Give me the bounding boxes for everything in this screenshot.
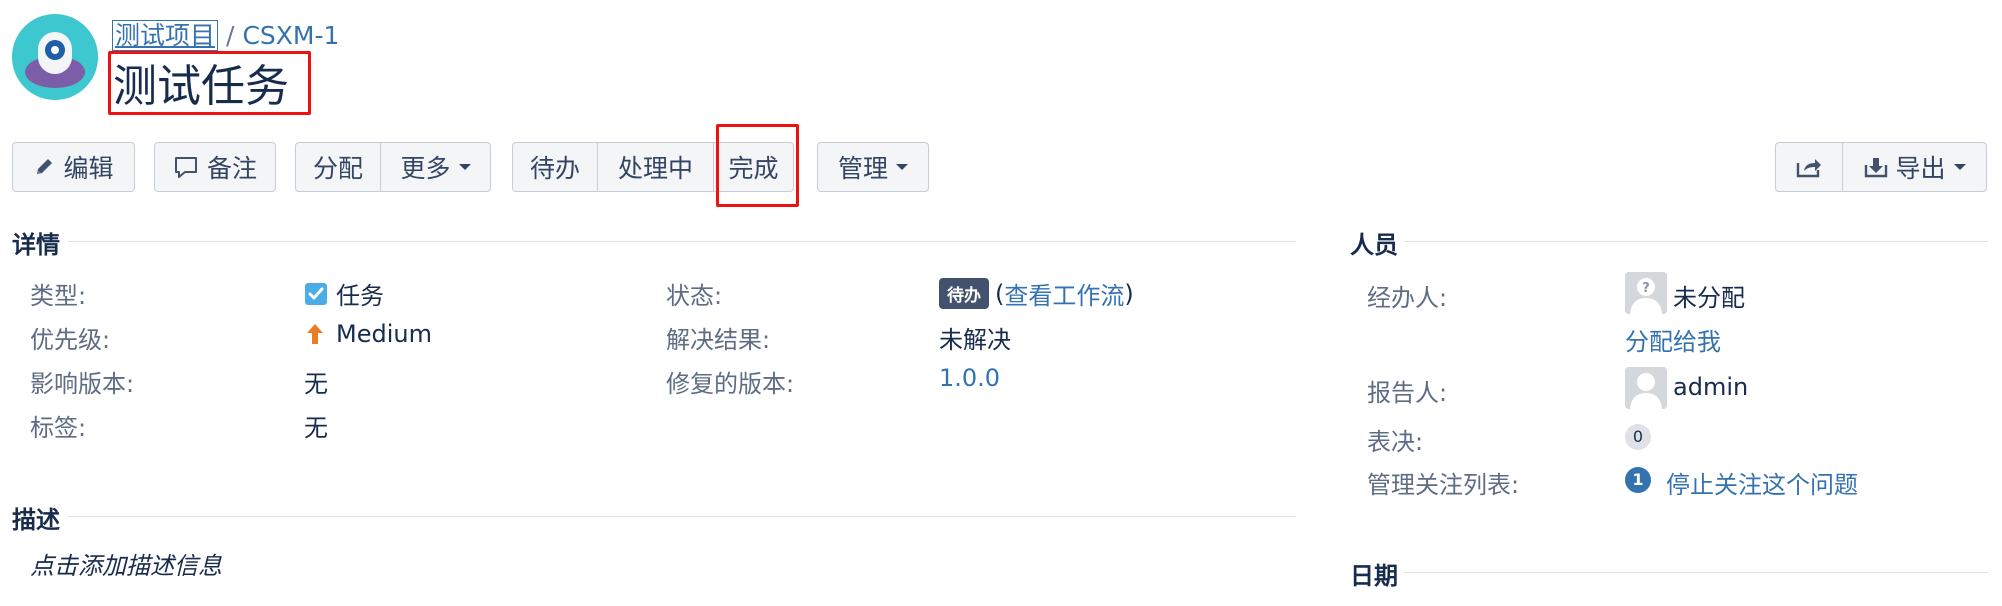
details-divider <box>68 241 1296 242</box>
breadcrumb: 测试项目 / CSXM-1 <box>112 16 339 52</box>
workflow-open-paren: ( <box>995 279 1005 308</box>
status-label: 状态: <box>666 282 723 310</box>
svg-text:?: ? <box>1642 281 1650 296</box>
chevron-down-icon <box>1953 164 1966 170</box>
arrow-up-icon <box>307 324 323 344</box>
export-button-label: 导出 <box>1895 154 1946 183</box>
labels-label: 标签: <box>30 414 87 442</box>
type-label: 类型: <box>30 282 87 310</box>
edit-button[interactable]: 编辑 <box>12 142 135 192</box>
admin-dropdown-button[interactable]: 管理 <box>817 142 929 192</box>
view-workflow-link[interactable]: 查看工作流 <box>1004 276 1124 311</box>
priority-value: Medium <box>304 320 432 348</box>
details-heading: 详情 <box>12 231 60 259</box>
description-divider <box>68 516 1296 517</box>
project-avatar[interactable] <box>12 14 98 100</box>
votes-count-badge[interactable]: 0 <box>1625 424 1651 450</box>
status-value: 待办 (查看工作流) <box>939 276 1134 311</box>
export-dropdown-button[interactable]: 导出 <box>1843 142 1987 192</box>
people-divider <box>1404 241 1988 242</box>
breadcrumb-project-link[interactable]: 测试项目 <box>112 20 219 51</box>
more-button-label: 更多 <box>400 154 451 183</box>
type-value: 任务 <box>304 276 384 311</box>
assign-button-label: 分配 <box>312 154 363 183</box>
workflow-close-paren: ) <box>1124 279 1134 308</box>
stop-watching-link[interactable]: 停止关注这个问题 <box>1666 465 1858 500</box>
dates-heading: 日期 <box>1350 562 1398 590</box>
task-checkbox-icon <box>305 282 327 305</box>
priority-label: 优先级: <box>30 326 111 354</box>
assign-button[interactable]: 分配 <box>295 142 381 192</box>
resolution-label: 解决结果: <box>666 326 771 354</box>
todo-button-label: 待办 <box>529 154 580 183</box>
download-icon <box>1865 158 1888 178</box>
breadcrumb-issue-key-link[interactable]: CSXM-1 <box>242 21 339 50</box>
todo-transition-button[interactable]: 待办 <box>512 142 598 192</box>
assignee-label: 经办人: <box>1367 284 1448 312</box>
people-heading: 人员 <box>1350 231 1398 259</box>
description-heading: 描述 <box>12 506 60 534</box>
pencil-icon <box>37 159 53 174</box>
votes-label: 表决: <box>1367 428 1424 456</box>
comment-button[interactable]: 备注 <box>154 142 276 192</box>
assign-to-me-link[interactable]: 分配给我 <box>1625 322 1721 357</box>
assignee-value: 未分配 <box>1673 284 1745 312</box>
chevron-down-icon <box>896 164 908 170</box>
resolution-value: 未解决 <box>939 326 1011 354</box>
done-highlight-box <box>716 124 799 207</box>
labels-value[interactable]: 无 <box>304 408 328 443</box>
unassigned-avatar: ? <box>1625 272 1667 314</box>
more-dropdown-button[interactable]: 更多 <box>381 142 491 192</box>
in-progress-transition-button[interactable]: 处理中 <box>598 142 714 192</box>
dates-divider <box>1404 572 1988 573</box>
fix-version-label: 修复的版本: <box>666 370 795 398</box>
share-icon <box>1796 159 1821 178</box>
comment-button-label: 备注 <box>206 154 257 183</box>
breadcrumb-separator: / <box>226 21 235 50</box>
watchers-label[interactable]: 管理关注列表: <box>1367 465 1519 500</box>
affects-version-label: 影响版本: <box>30 370 135 398</box>
reporter-label: 报告人: <box>1367 379 1448 407</box>
comment-icon <box>174 157 197 178</box>
edit-button-label: 编辑 <box>63 154 114 183</box>
affects-version-value: 无 <box>304 370 328 398</box>
description-placeholder[interactable]: 点击添加描述信息 <box>30 546 222 581</box>
reporter-value[interactable]: admin <box>1673 373 1748 401</box>
issue-title[interactable]: 测试任务 <box>113 50 289 114</box>
status-lozenge: 待办 <box>939 278 989 309</box>
reporter-avatar <box>1625 367 1667 409</box>
priority-value-text: Medium <box>336 320 432 348</box>
admin-button-label: 管理 <box>837 154 888 183</box>
fix-version-link[interactable]: 1.0.0 <box>939 364 1000 392</box>
type-value-text: 任务 <box>336 282 384 310</box>
in-progress-button-label: 处理中 <box>617 154 693 183</box>
watchers-count-badge[interactable]: 1 <box>1625 467 1651 493</box>
share-button[interactable] <box>1775 142 1843 192</box>
chevron-down-icon <box>458 164 471 170</box>
